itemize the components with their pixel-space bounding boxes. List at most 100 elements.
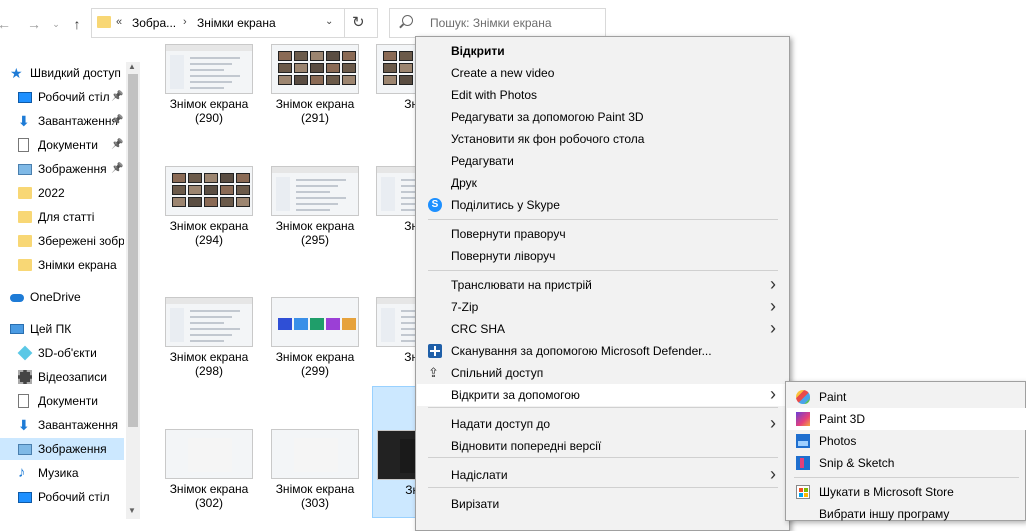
recent-locations-chevron-icon[interactable]: ⌄ (46, 10, 66, 38)
sidebar-item[interactable]: Збережені зобр (0, 230, 124, 252)
context-menu-item[interactable]: S Поділитись у Skype (417, 194, 788, 216)
context-menu-item[interactable]: 7-Zip › (417, 296, 788, 318)
context-menu-item[interactable]: Транслювати на пристрій › (417, 274, 788, 296)
thumbnail-detail (190, 81, 232, 83)
sidebar-item[interactable]: Знімки екрана (0, 254, 124, 276)
file-item[interactable]: Знімок екрана (294) (161, 166, 267, 248)
context-menu-item[interactable]: Повернути праворуч (417, 223, 788, 245)
videos-icon (18, 370, 32, 384)
breadcrumb-screenshots[interactable]: Знімки екрана (197, 16, 276, 30)
open-with-item[interactable]: Paint (787, 386, 1026, 408)
sidebar-item[interactable]: Документи (0, 390, 124, 412)
thumbnail-detail (296, 191, 330, 193)
thumbnail-detail (190, 316, 232, 318)
context-menu-item[interactable]: Редагувати за допомогою Paint 3D (417, 106, 788, 128)
sidebar-item[interactable]: 3D-об'єкти (0, 342, 124, 364)
file-thumbnail (271, 429, 359, 479)
context-menu-item[interactable]: ⇪ Спільний доступ (417, 362, 788, 384)
thumbnail-detail (342, 51, 356, 61)
context-menu-item[interactable]: Надати доступ до › (417, 413, 788, 435)
file-item[interactable]: Знімок екрана (299) (267, 297, 373, 379)
thumbnail-detail (278, 75, 292, 85)
submenu-chevron-icon: › (770, 274, 776, 294)
skype-icon: S (428, 198, 442, 212)
folder-icon (18, 235, 32, 247)
sidebar-item[interactable]: Для статті (0, 206, 124, 228)
file-item[interactable]: Знімок екрана (298) (161, 297, 267, 379)
context-menu-item[interactable]: Відновити попередні версії (417, 435, 788, 457)
breadcrumb-pictures[interactable]: Зобра... (132, 16, 176, 30)
file-item[interactable]: Знімок екрана (291) (267, 44, 373, 126)
context-menu-item[interactable]: Edit with Photos (417, 84, 788, 106)
file-name: Знімок екрана (169, 219, 249, 233)
thumbnail-detail (278, 51, 292, 61)
thumbnail-detail (166, 45, 252, 51)
breadcrumb-separator-icon[interactable]: › (183, 16, 187, 28)
sidebar-item[interactable]: Робочий стіл (0, 486, 124, 508)
context-menu-item[interactable]: Повернути ліворуч (417, 245, 788, 267)
file-item[interactable]: Знімок екрана (295) (267, 166, 373, 248)
file-item[interactable]: Знімок екрана (302) (161, 429, 267, 511)
file-item[interactable]: Знімок екрана (303) (267, 429, 373, 511)
thumbnail-detail (294, 318, 308, 330)
context-menu-item[interactable]: Create a new video (417, 62, 788, 84)
address-bar[interactable]: « Зобра... › Знімки екрана ⌄ ↻ (91, 8, 378, 38)
back-arrow-icon[interactable]: ← (0, 10, 14, 38)
desktop-icon (18, 92, 32, 103)
sidebar-item[interactable]: ★ Швидкий доступ (0, 62, 124, 84)
forward-arrow-icon[interactable]: → (24, 10, 44, 38)
open-with-item[interactable]: Вибрати іншу програму (787, 503, 1026, 525)
context-menu-item[interactable]: Редагувати (417, 150, 788, 172)
thumbnail-detail (294, 51, 308, 61)
context-menu-item[interactable]: Друк (417, 172, 788, 194)
context-menu-item[interactable]: Установити як фон робочого стола (417, 128, 788, 150)
sidebar-item[interactable]: Зображення 📌 (0, 158, 124, 180)
snip-sketch-icon (796, 456, 810, 470)
thumbnail-detail (166, 298, 252, 304)
sidebar-item[interactable]: Документи 📌 (0, 134, 124, 156)
sidebar-item[interactable]: Відеозаписи (0, 366, 124, 388)
breadcrumb-overflow[interactable]: « (116, 16, 122, 28)
thumbnail-detail (278, 63, 292, 73)
context-menu-item[interactable]: Надіслати › (417, 464, 788, 486)
thumbnail-detail (204, 185, 218, 195)
up-arrow-icon[interactable]: ↑ (67, 10, 87, 38)
sidebar-item[interactable]: Робочий стіл 📌 (0, 86, 124, 108)
thumbnail-detail (190, 322, 224, 324)
navigation-scroll-thumb[interactable] (128, 74, 138, 427)
this-pc-icon (10, 324, 24, 334)
open-with-item[interactable]: Paint 3D (787, 408, 1026, 430)
scroll-up-icon[interactable]: ▲ (128, 62, 136, 71)
address-dropdown-icon[interactable]: ⌄ (325, 16, 333, 27)
3d-objects-icon (17, 345, 33, 361)
search-box[interactable]: Пошук: Знімки екрана (389, 8, 606, 38)
context-menu-item[interactable]: CRC SHA › (417, 318, 788, 340)
search-icon (402, 15, 413, 26)
open-with-item[interactable]: Шукати в Microsoft Store (787, 481, 1026, 503)
thumbnail-detail (310, 63, 324, 73)
context-menu-item[interactable]: Вирізати (417, 493, 788, 515)
submenu-chevron-icon: › (770, 318, 776, 338)
open-with-item[interactable]: Snip & Sketch (787, 452, 1026, 474)
thumbnail-detail (383, 75, 397, 85)
file-item[interactable]: Знімок екрана (290) (161, 44, 267, 126)
thumbnail-detail (188, 438, 232, 472)
context-menu-item[interactable]: Відкрити за допомогою › (417, 384, 788, 406)
sidebar-item[interactable]: ♪ Музика (0, 462, 124, 484)
context-menu: Відкрити Create a new video Edit with Phot… (415, 36, 790, 531)
open-with-item[interactable]: Photos (787, 430, 1026, 452)
refresh-icon[interactable]: ↻ (352, 13, 365, 31)
scroll-down-icon[interactable]: ▼ (128, 506, 136, 515)
sidebar-item[interactable]: ⬇ Завантаження 📌 (0, 110, 124, 132)
sidebar-item[interactable]: OneDrive (0, 286, 124, 308)
sidebar-item[interactable]: 2022 (0, 182, 124, 204)
sidebar-item[interactable]: Зображення (0, 438, 124, 460)
file-name: Знімок екрана (275, 97, 355, 111)
sidebar-item[interactable]: ⬇ Завантаження (0, 414, 124, 436)
submenu-chevron-icon: › (770, 413, 776, 433)
context-menu-item-label: Сканування за допомогою Microsoft Defend… (451, 344, 712, 358)
paint-3d-icon (796, 412, 810, 426)
context-menu-item[interactable]: Відкрити (417, 40, 788, 62)
context-menu-item[interactable]: Сканування за допомогою Microsoft Defend… (417, 340, 788, 362)
sidebar-item[interactable]: Цей ПК (0, 318, 124, 340)
